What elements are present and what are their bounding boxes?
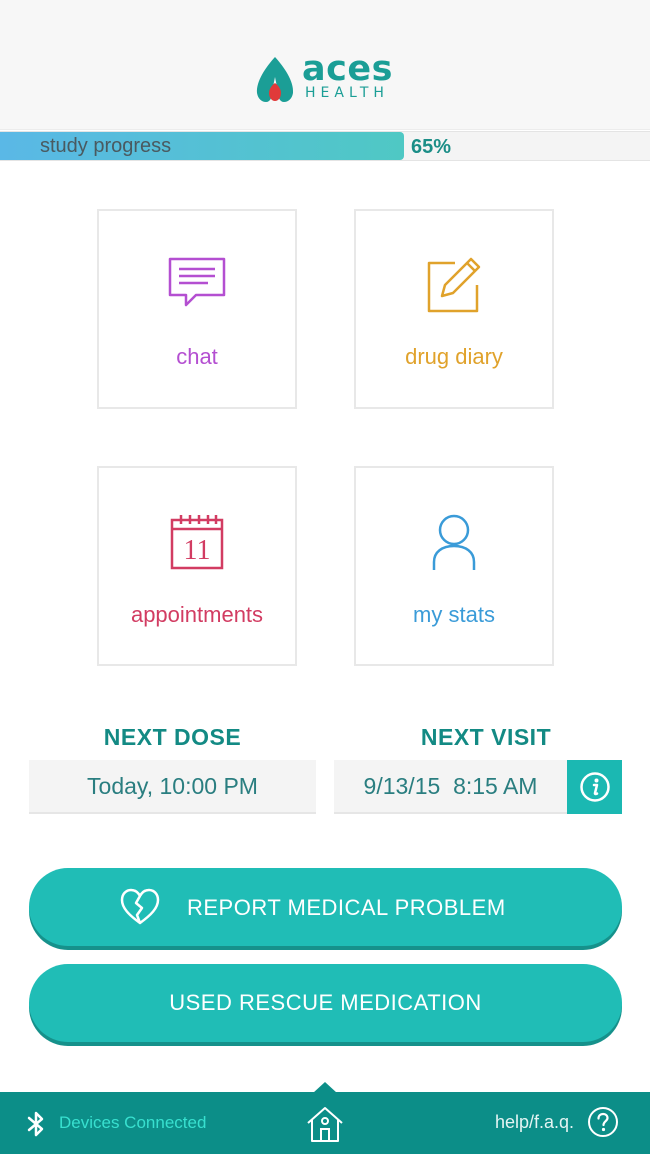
home-icon[interactable]	[305, 1105, 345, 1143]
bluetooth-icon	[27, 1111, 44, 1137]
chat-bubble-icon	[168, 257, 226, 307]
my-stats-tile[interactable]: my stats	[354, 466, 554, 666]
study-progress-label: study progress	[40, 135, 172, 157]
chat-tile[interactable]: chat	[97, 209, 297, 409]
chat-tile-label: chat	[176, 344, 218, 369]
appointments-tile-label: appointments	[130, 602, 264, 627]
used-rescue-medication-button[interactable]: USED RESCUE MEDICATION	[29, 964, 622, 1042]
next-visit-text: 9/13/15 8:15 AM	[363, 772, 538, 799]
question-icon[interactable]	[587, 1106, 619, 1138]
footer-bar: Devices Connected help/f.a.q.	[0, 1092, 650, 1154]
next-dose-value: Today, 10:00 PM	[29, 760, 316, 814]
next-dose-title: NEXT DOSE	[103, 724, 242, 750]
calendar-day-number: 11	[184, 535, 211, 566]
help-faq-link[interactable]: help/f.a.q.	[495, 1112, 574, 1133]
logo-mark-icon	[256, 57, 294, 102]
report-medical-problem-label: REPORT MEDICAL PROBLEM	[187, 895, 506, 920]
logo-subtitle: HEALTH	[305, 85, 389, 101]
appointments-tile[interactable]: 11 appointments	[97, 466, 297, 666]
study-progress-percent: 65%	[411, 136, 452, 158]
logo-word: aces	[302, 49, 393, 89]
drug-diary-tile[interactable]: drug diary	[354, 209, 554, 409]
info-icon	[579, 772, 610, 802]
drug-diary-tile-label: drug diary	[405, 344, 503, 369]
study-progress-bar: study progress 65%	[0, 131, 650, 161]
my-stats-tile-label: my stats	[413, 602, 495, 627]
devices-connected-status: Devices Connected	[59, 1113, 207, 1132]
edit-note-icon	[427, 257, 481, 313]
calendar-icon: 11	[170, 515, 224, 570]
app-header: aces HEALTH	[0, 0, 650, 130]
used-rescue-medication-label: USED RESCUE MEDICATION	[169, 990, 482, 1015]
next-visit-title: NEXT VISIT	[420, 724, 552, 750]
person-icon	[432, 514, 476, 570]
next-visit-value: 9/13/15 8:15 AM	[334, 760, 567, 814]
visit-info-button[interactable]	[567, 760, 622, 814]
broken-heart-icon	[120, 888, 160, 925]
report-medical-problem-button[interactable]: REPORT MEDICAL PROBLEM	[29, 868, 622, 946]
aces-health-logo: aces HEALTH	[252, 49, 402, 105]
